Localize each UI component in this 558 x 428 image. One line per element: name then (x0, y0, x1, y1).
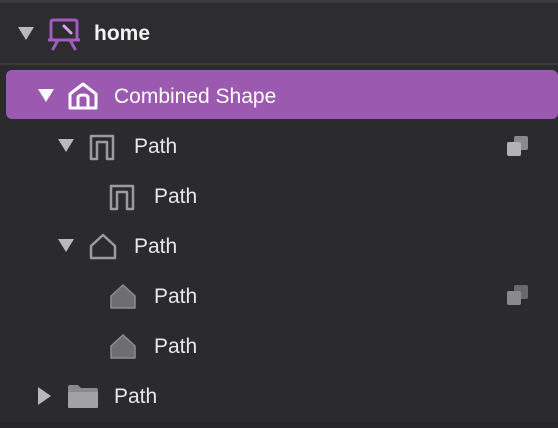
path-label: Path (134, 135, 178, 158)
artboard-row-home[interactable]: home (0, 3, 558, 65)
path-label: Path (154, 285, 198, 308)
path-label: Path (114, 385, 158, 408)
disclosure-triangle-right-icon[interactable] (38, 387, 52, 405)
boolean-operation-icon[interactable] (506, 135, 530, 157)
disclosure-triangle-down-icon[interactable] (18, 25, 34, 41)
layer-row-folder-path[interactable]: Path (0, 371, 558, 421)
bottom-divider (0, 422, 558, 428)
folder-icon (68, 385, 98, 408)
layer-row-path-2-child-2[interactable]: Path (0, 321, 558, 371)
arch-path-icon (89, 134, 115, 161)
layer-row-path-group-1[interactable]: Path (0, 121, 558, 171)
house-filled-icon (110, 284, 136, 309)
path-label: Path (154, 335, 198, 358)
path-label: Path (134, 235, 178, 258)
layer-row-path-2-child-1[interactable]: Path (0, 271, 558, 321)
disclosure-triangle-down-icon[interactable] (58, 139, 74, 153)
disclosure-triangle-down-icon[interactable] (38, 89, 54, 103)
house-outline-icon (89, 233, 117, 260)
artboard-icon (48, 18, 80, 51)
arch-path-icon (109, 184, 135, 211)
disclosure-triangle-down-icon[interactable] (58, 239, 74, 253)
house-filled-icon (110, 334, 136, 359)
home-shape-icon (68, 82, 98, 110)
combined-shape-label: Combined Shape (114, 85, 277, 108)
layer-row-path-group-2[interactable]: Path (0, 221, 558, 271)
layer-row-combined-shape[interactable]: Combined Shape (0, 70, 558, 120)
path-label: Path (154, 185, 198, 208)
boolean-operation-icon[interactable] (506, 284, 530, 306)
layer-row-path-1-child[interactable]: Path (0, 171, 558, 221)
artboard-label: home (94, 22, 151, 45)
